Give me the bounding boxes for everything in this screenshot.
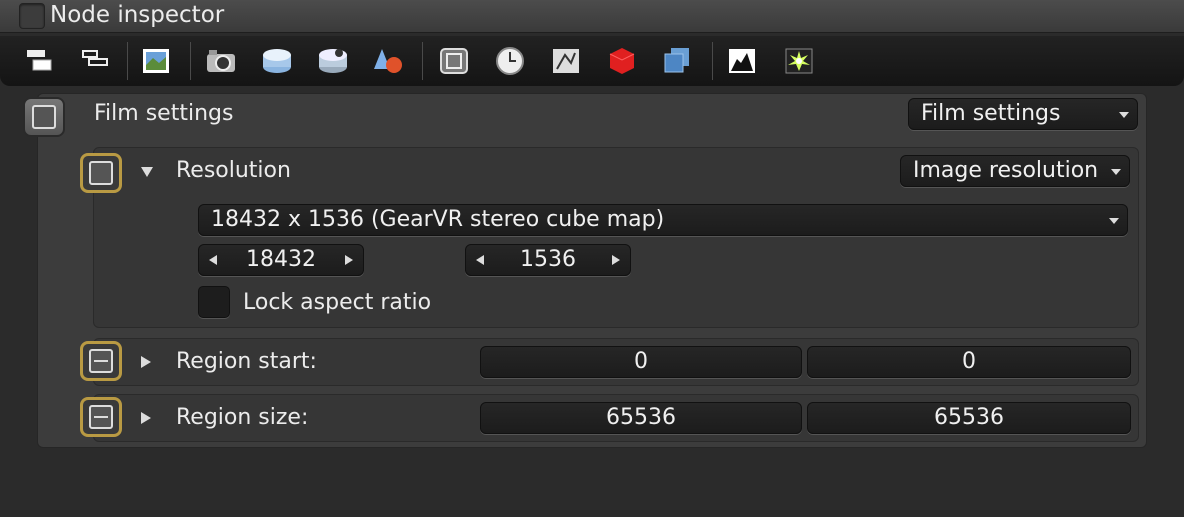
region-start-x-field[interactable]: 0 <box>480 346 802 378</box>
film-settings-dropdown[interactable]: Film settings <box>908 98 1138 130</box>
height-value: 1536 <box>520 247 576 272</box>
title-bar: Node inspector <box>0 0 1184 33</box>
region-size-y-field[interactable]: 65536 <box>807 402 1131 434</box>
chevron-down-icon <box>1109 218 1119 224</box>
light-burst-icon[interactable] <box>783 45 815 77</box>
resolution-preset-dropdown[interactable]: 18432 x 1536 (GearVR stereo cube map) <box>198 204 1128 236</box>
region-size-label: Region size: <box>176 405 309 430</box>
image-icon[interactable] <box>140 45 172 77</box>
resolution-pin[interactable] <box>80 153 122 193</box>
lock-aspect-checkbox[interactable] <box>198 286 230 318</box>
minus-box-icon <box>89 405 113 429</box>
histogram-icon[interactable] <box>726 45 758 77</box>
resolution-dropdown[interactable]: Image resolution <box>900 155 1130 187</box>
kernel-icon[interactable] <box>317 45 349 77</box>
region-start-row: Region start: 0 0 <box>80 338 1139 386</box>
toolbar <box>0 36 1184 86</box>
resolution-dropdown-value: Image resolution <box>913 158 1099 183</box>
width-value: 18432 <box>246 247 316 272</box>
region-start-y-field[interactable]: 0 <box>807 346 1131 378</box>
increment-arrow-icon[interactable] <box>612 255 620 265</box>
lock-aspect-label: Lock aspect ratio <box>243 290 432 315</box>
stack-outline-icon[interactable] <box>80 45 112 77</box>
resolution-preset-value: 18432 x 1536 (GearVR stereo cube map) <box>211 207 665 232</box>
region-start-label: Region start: <box>176 349 317 374</box>
clock-icon[interactable] <box>494 45 526 77</box>
window-checkbox[interactable] <box>19 3 45 29</box>
height-stepper[interactable]: 1536 <box>465 244 631 276</box>
decrement-arrow-icon[interactable] <box>476 255 484 265</box>
region-start-pin[interactable] <box>80 341 122 381</box>
window-title: Node inspector <box>50 2 225 28</box>
film-settings-pin[interactable] <box>23 97 65 137</box>
red-cube-icon[interactable] <box>606 45 638 77</box>
increment-arrow-icon[interactable] <box>345 255 353 265</box>
film-settings-dropdown-value: Film settings <box>921 101 1061 126</box>
blue-cubes-icon[interactable] <box>661 45 693 77</box>
region-size-row: Region size: 65536 65536 <box>80 394 1139 442</box>
resolution-label: Resolution <box>176 158 291 183</box>
film-icon <box>89 161 113 185</box>
chevron-down-icon <box>1119 112 1129 118</box>
film-settings-panel: Film settings Film settings Resolution I… <box>23 93 1147 448</box>
expand-arrow-icon[interactable] <box>141 167 153 177</box>
width-stepper[interactable]: 18432 <box>198 244 364 276</box>
stack-icon[interactable] <box>24 45 56 77</box>
region-size-pin[interactable] <box>80 397 122 437</box>
film-icon[interactable] <box>438 45 470 77</box>
chevron-down-icon <box>1111 169 1121 175</box>
geometry-icon[interactable] <box>550 45 582 77</box>
environment-icon[interactable] <box>261 45 293 77</box>
film-icon <box>32 105 56 129</box>
camera-icon[interactable] <box>205 45 237 77</box>
resolution-group: Resolution Image resolution 18432 x 1536… <box>80 147 1139 328</box>
region-size-x-field[interactable]: 65536 <box>480 402 802 434</box>
film-settings-label: Film settings <box>94 101 234 126</box>
material-icon[interactable] <box>372 45 404 77</box>
minus-box-icon <box>89 349 113 373</box>
expand-arrow-icon[interactable] <box>141 356 151 368</box>
expand-arrow-icon[interactable] <box>141 412 151 424</box>
decrement-arrow-icon[interactable] <box>209 255 217 265</box>
